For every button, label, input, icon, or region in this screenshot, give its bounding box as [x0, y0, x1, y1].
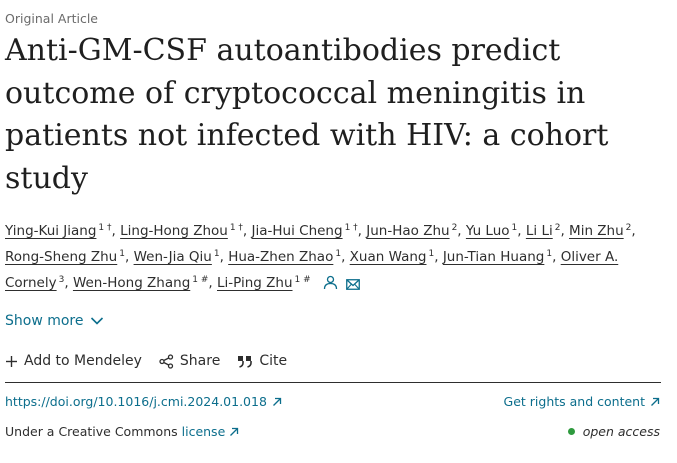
- author-item: Jia-Hui Cheng 1 †,: [252, 223, 362, 239]
- open-access-label: open access: [582, 424, 660, 439]
- author-affiliation-marker: 1 †: [229, 222, 243, 233]
- author-item: Rong-Sheng Zhu 1,: [5, 249, 129, 265]
- license-prefix: Under a Creative Commons: [5, 424, 178, 439]
- share-icon: [159, 353, 174, 369]
- show-more-button[interactable]: Show more: [5, 313, 104, 329]
- external-link-icon: [651, 397, 660, 406]
- author-name-link[interactable]: Yu Luo: [466, 223, 510, 239]
- external-link-icon: [230, 427, 239, 436]
- author-name-link[interactable]: Jun-Hao Zhu: [366, 223, 449, 239]
- mail-icon[interactable]: [346, 279, 360, 290]
- author-separator: ,: [552, 249, 557, 265]
- author-name-link[interactable]: Ling-Hong Zhou: [120, 223, 228, 239]
- author-name-link[interactable]: Wen-Jia Qiu: [134, 249, 212, 265]
- author-item: Ying-Kui Jiang 1 †,: [5, 223, 116, 239]
- article-actions: Add to Mendeley Share Cite: [5, 353, 287, 369]
- author-affiliation-marker: 1 #: [192, 274, 209, 285]
- open-access-badge: open access: [567, 424, 660, 439]
- author-separator: ,: [560, 223, 565, 239]
- author-item: Jun-Tian Huang 1,: [443, 249, 557, 265]
- doi-link[interactable]: https://doi.org/10.1016/j.cmi.2024.01.01…: [5, 394, 282, 409]
- author-item: Xuan Wang 1,: [350, 249, 439, 265]
- author-name-link[interactable]: Min Zhu: [569, 223, 624, 239]
- author-separator: ,: [457, 223, 462, 239]
- author-name-link[interactable]: Wen-Hong Zhang: [73, 275, 190, 291]
- mendeley-label: Add to Mendeley: [24, 353, 142, 369]
- add-to-mendeley-button[interactable]: Add to Mendeley: [5, 353, 142, 369]
- author-separator: ,: [124, 249, 130, 265]
- person-icon[interactable]: [323, 275, 338, 290]
- author-item: Wen-Hong Zhang 1 #,: [73, 275, 213, 291]
- author-list: Ying-Kui Jiang 1 †, Ling-Hong Zhou 1 †, Ji…: [5, 218, 665, 296]
- author-separator: ,: [64, 275, 69, 291]
- article-title: Anti-GM-CSF autoantibodies predict outco…: [5, 33, 609, 196]
- author-item: Hua-Zhen Zhao 1,: [228, 249, 345, 265]
- author-separator: ,: [341, 249, 346, 265]
- author-name-link[interactable]: Ying-Kui Jiang: [5, 223, 96, 239]
- author-affiliation-marker: 1 †: [98, 222, 112, 233]
- cite-button[interactable]: Cite: [237, 353, 287, 369]
- rights-text: Get rights and content: [503, 394, 645, 409]
- author-separator: ,: [434, 249, 439, 265]
- author-separator: ,: [242, 223, 248, 239]
- author-item: Ling-Hong Zhou 1 †,: [120, 223, 247, 239]
- author-name-link[interactable]: Rong-Sheng Zhu: [5, 249, 117, 265]
- license-link-text: license: [181, 424, 226, 439]
- author-name-link[interactable]: Li Li: [526, 223, 553, 239]
- author-item: Min Zhu 2,: [569, 223, 636, 239]
- author-affiliation-marker: 1 #: [294, 274, 311, 285]
- author-separator: ,: [111, 223, 116, 239]
- show-more-label: Show more: [5, 313, 84, 329]
- author-separator: ,: [631, 223, 636, 239]
- license-link[interactable]: license: [182, 424, 240, 439]
- author-separator: ,: [208, 275, 213, 291]
- author-item: Wen-Jia Qiu 1,: [134, 249, 224, 265]
- doi-text: https://doi.org/10.1016/j.cmi.2024.01.01…: [5, 394, 267, 409]
- author-name-link[interactable]: Xuan Wang: [350, 249, 427, 265]
- open-access-dot-icon: [567, 428, 575, 435]
- divider: [5, 382, 661, 383]
- plus-icon: [6, 355, 17, 367]
- author-name-link[interactable]: Jia-Hui Cheng: [252, 223, 343, 239]
- share-label: Share: [179, 353, 221, 369]
- author-separator: ,: [517, 223, 522, 239]
- author-name-link[interactable]: Li-Ping Zhu: [217, 275, 293, 291]
- author-item: Li Li 2,: [526, 223, 565, 239]
- get-rights-link[interactable]: Get rights and content: [504, 394, 660, 409]
- license-statement: Under a Creative Commons license: [5, 424, 239, 439]
- author-name-link[interactable]: Hua-Zhen Zhao: [228, 249, 333, 265]
- share-button[interactable]: Share: [159, 353, 220, 369]
- quote-icon: [238, 355, 253, 368]
- author-affiliation-marker: 1 †: [344, 222, 358, 233]
- chevron-down-icon: [90, 317, 103, 325]
- author-name-link[interactable]: Jun-Tian Huang: [443, 249, 545, 265]
- external-link-icon: [272, 397, 282, 406]
- article-type-label: Original Article: [5, 11, 98, 26]
- author-item: Yu Luo 1,: [466, 223, 522, 239]
- author-separator: ,: [219, 249, 224, 265]
- cite-label: Cite: [259, 353, 288, 369]
- author-separator: ,: [357, 223, 362, 239]
- author-item: Jun-Hao Zhu 2,: [366, 223, 461, 239]
- author-item: Li-Ping Zhu 1 #: [217, 275, 311, 291]
